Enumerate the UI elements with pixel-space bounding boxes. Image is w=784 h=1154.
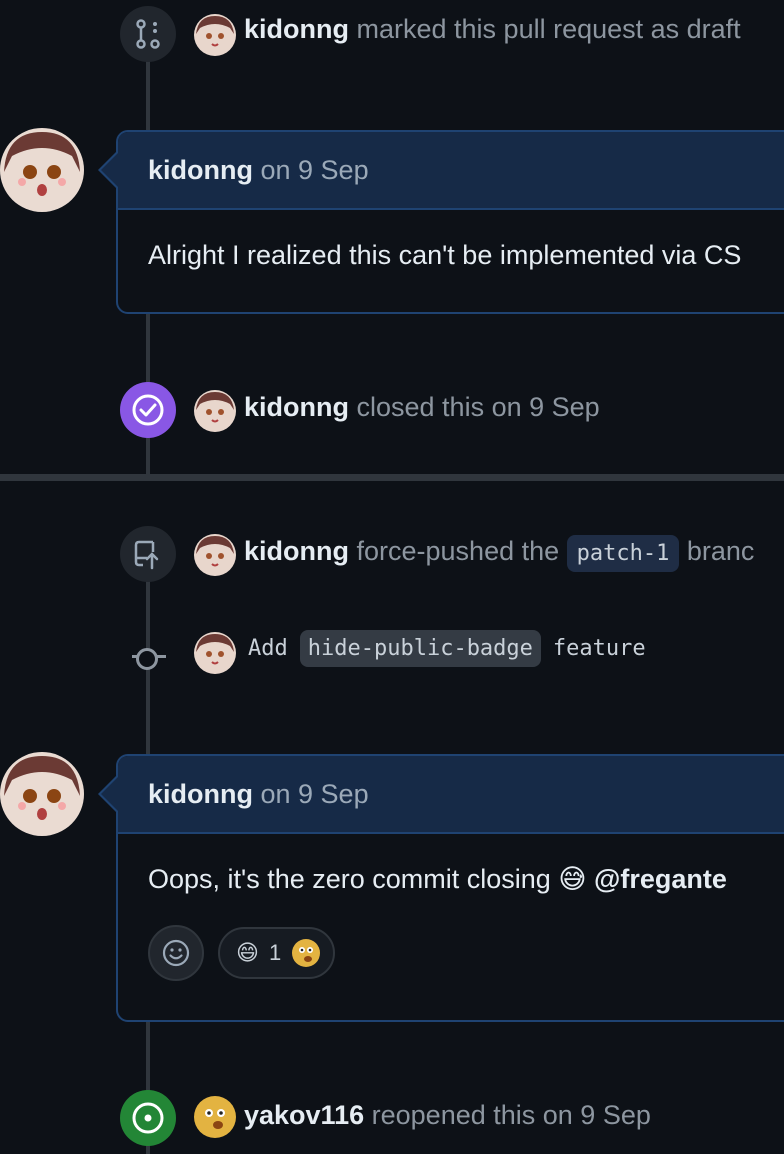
commit-message[interactable]: Add hide-public-badge feature (248, 630, 646, 667)
branch-name[interactable]: patch-1 (566, 535, 680, 572)
user-mention[interactable]: @fregante (594, 864, 727, 894)
commit-suffix: feature (552, 636, 646, 661)
comment-box: kidonng on 9 Sep Alright I realized this… (98, 130, 784, 314)
event-action-suffix: branc (686, 536, 755, 566)
comment-text: Oops, it's the zero commit closing (148, 864, 551, 894)
timeline-divider (0, 474, 784, 481)
commit-prefix: Add (248, 636, 288, 661)
comment-body: Alright I realized this can't be impleme… (148, 240, 742, 270)
event-user[interactable]: kidonng (244, 536, 349, 566)
avatar[interactable] (194, 1096, 236, 1138)
reactions-bar: 😄 1 (118, 925, 784, 1013)
reaction-smile-button[interactable]: 😄 1 (218, 927, 336, 979)
sweat-smile-emoji: 😅 (558, 864, 587, 894)
event-user[interactable]: yakov116 (244, 1100, 364, 1130)
timeline-line (146, 60, 150, 132)
timeline-line (146, 312, 150, 384)
event-draft: kidonng marked this pull request as draf… (244, 14, 741, 45)
draft-icon (120, 6, 176, 62)
event-user[interactable]: kidonng (244, 392, 349, 422)
comment-avatar[interactable] (0, 128, 84, 212)
event-action: marked this pull request as draft (356, 14, 741, 44)
avatar[interactable] (194, 534, 236, 576)
event-user[interactable]: kidonng (244, 14, 349, 44)
reaction-count: 1 (268, 940, 282, 965)
comment-caret-inner (101, 776, 119, 812)
avatar[interactable] (194, 632, 236, 674)
comment-header: kidonng on 9 Sep (118, 132, 784, 210)
closed-merged-icon (120, 382, 176, 438)
repo-push-icon (120, 526, 176, 582)
event-action: closed this on 9 Sep (356, 392, 600, 422)
smiley-icon (162, 939, 190, 967)
issue-opened-icon (120, 1090, 176, 1146)
comment-date[interactable]: on 9 Sep (261, 779, 369, 810)
reaction-emoji: 😄 (236, 940, 259, 965)
event-force-push: kidonng force-pushed the patch-1 branc (244, 535, 755, 572)
git-commit-icon (136, 648, 158, 670)
comment-author[interactable]: kidonng (148, 155, 253, 186)
comment-author[interactable]: kidonng (148, 779, 253, 810)
event-closed: kidonng closed this on 9 Sep (244, 392, 600, 423)
comment-header: kidonng on 9 Sep (118, 756, 784, 834)
commit-code: hide-public-badge (299, 630, 541, 667)
event-action: force-pushed the (356, 536, 560, 566)
avatar[interactable] (194, 390, 236, 432)
comment-box: kidonng on 9 Sep Oops, it's the zero com… (98, 754, 784, 1022)
timeline-line (146, 1020, 150, 1094)
timeline-line (146, 436, 150, 474)
comment-avatar[interactable] (0, 752, 84, 836)
comment-body: Oops, it's the zero commit closing 😅 @fr… (118, 834, 784, 925)
avatar[interactable] (194, 14, 236, 56)
comment-caret-inner (101, 152, 119, 188)
event-action: reopened this on 9 Sep (371, 1100, 651, 1130)
comment-date[interactable]: on 9 Sep (261, 155, 369, 186)
reactor-avatar (292, 939, 321, 967)
add-reaction-button[interactable] (148, 925, 204, 981)
event-reopened: yakov116 reopened this on 9 Sep (244, 1100, 651, 1131)
